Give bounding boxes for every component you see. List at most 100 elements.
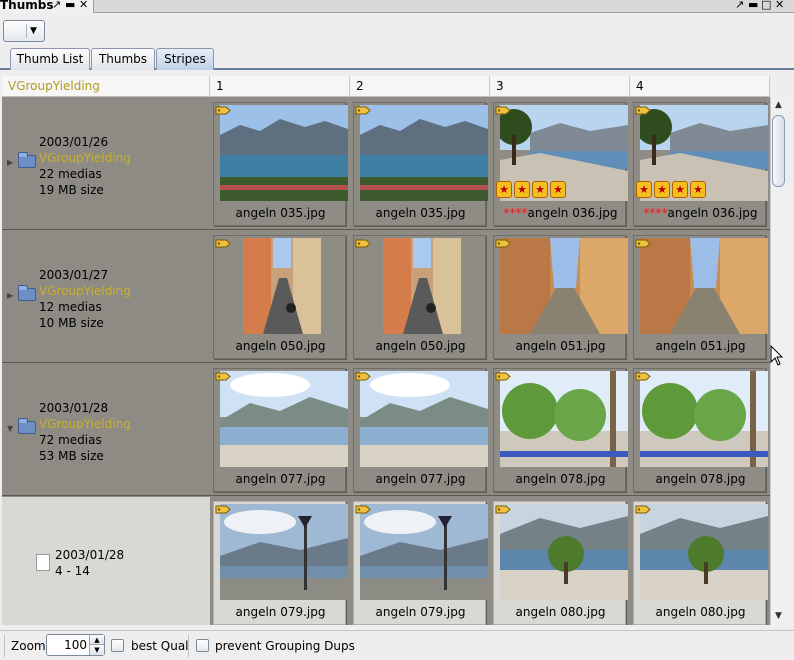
- thumbnail-image[interactable]: [640, 238, 768, 334]
- undock-icon[interactable]: ↗: [735, 0, 744, 11]
- thumbnail-card[interactable]: angeln 079.jpg: [213, 501, 348, 625]
- thumbnail-image[interactable]: [360, 105, 488, 201]
- thumbnail-image[interactable]: [640, 504, 768, 600]
- tab-thumbs[interactable]: Thumbs: [91, 48, 155, 70]
- column-header-2[interactable]: 2: [350, 76, 490, 97]
- tag-icon[interactable]: [495, 371, 511, 382]
- thumbnail-card[interactable]: angeln 078.jpg: [633, 368, 768, 492]
- thumbnail-image[interactable]: [640, 371, 768, 467]
- group-cell[interactable]: 2003/01/28 4 - 14: [2, 497, 210, 625]
- spinner-down-icon[interactable]: ▼: [89, 645, 104, 655]
- tag-icon[interactable]: [635, 105, 651, 116]
- thumbnail-card[interactable]: ★ ★ ★ ★ ****angeln 036.jpg: [493, 102, 628, 226]
- view-combo-button[interactable]: ▼: [3, 20, 45, 42]
- thumbnail-image[interactable]: [383, 238, 461, 334]
- thumb-cell[interactable]: angeln 079.jpg: [210, 497, 350, 625]
- zoom-input[interactable]: [49, 637, 87, 653]
- maximize-icon[interactable]: □: [761, 0, 771, 11]
- tag-icon[interactable]: [495, 504, 511, 515]
- grid-row[interactable]: ▶ 2003/01/27 VGroupYielding 12 medias 10 MB …: [2, 231, 770, 363]
- thumb-cell[interactable]: angeln 035.jpg: [350, 98, 490, 229]
- thumbnail-image[interactable]: [500, 371, 628, 467]
- column-header-3[interactable]: 3: [490, 76, 630, 97]
- thumb-cell[interactable]: ★ ★ ★ ★ ****angeln 036.jpg: [630, 98, 770, 229]
- thumb-cell[interactable]: angeln 080.jpg: [630, 497, 770, 625]
- group-cell[interactable]: ▶ 2003/01/26 VGroupYielding 22 medias 19 MB …: [2, 98, 210, 229]
- thumb-cell[interactable]: angeln 078.jpg: [630, 364, 770, 495]
- tag-icon[interactable]: [635, 371, 651, 382]
- thumbnail-image[interactable]: [243, 238, 321, 334]
- expand-right-icon[interactable]: ▶: [7, 291, 13, 300]
- thumb-cell[interactable]: angeln 050.jpg: [350, 231, 490, 362]
- scroll-up-icon[interactable]: ▲: [771, 98, 786, 113]
- thumb-cell[interactable]: angeln 080.jpg: [490, 497, 630, 625]
- group-cell[interactable]: ▶ 2003/01/27 VGroupYielding 12 medias 10 MB …: [2, 231, 210, 362]
- best-qual-checkbox[interactable]: [111, 639, 124, 652]
- grid-row[interactable]: 2003/01/28 4 - 14 angeln 079.jpg angeln 079…: [2, 497, 770, 625]
- thumbnail-card[interactable]: angeln 077.jpg: [213, 368, 348, 492]
- tag-icon[interactable]: [215, 504, 231, 515]
- thumbnail-card[interactable]: angeln 080.jpg: [493, 501, 628, 625]
- tag-icon[interactable]: [215, 238, 231, 249]
- spinner-up-icon[interactable]: ▲: [89, 635, 104, 645]
- minimize-icon[interactable]: ▬: [748, 0, 758, 11]
- close-icon[interactable]: ✕: [79, 0, 88, 11]
- tab-stripes[interactable]: Stripes: [156, 48, 214, 70]
- thumbnail-image[interactable]: [360, 371, 488, 467]
- tag-icon[interactable]: [355, 105, 371, 116]
- tag-icon[interactable]: [635, 504, 651, 515]
- pin-icon[interactable]: ↗: [52, 0, 61, 11]
- thumb-cell[interactable]: angeln 050.jpg: [210, 231, 350, 362]
- column-header-4[interactable]: 4: [630, 76, 770, 97]
- zoom-spinner[interactable]: ▲ ▼: [46, 634, 105, 656]
- thumbnail-image[interactable]: [360, 504, 488, 600]
- thumbnail-card[interactable]: angeln 035.jpg: [213, 102, 348, 226]
- tag-icon[interactable]: [495, 238, 511, 249]
- thumbnail-card[interactable]: angeln 077.jpg: [353, 368, 488, 492]
- thumbnail-card[interactable]: angeln 078.jpg: [493, 368, 628, 492]
- group-cell[interactable]: ▼ 2003/01/28 VGroupYielding 72 medias 53 MB …: [2, 364, 210, 495]
- tab-thumb-list[interactable]: Thumb List: [10, 48, 90, 70]
- thumbnail-card[interactable]: angeln 050.jpg: [213, 235, 346, 359]
- column-header-group[interactable]: VGroupYielding: [2, 76, 210, 97]
- thumbnail-card[interactable]: angeln 050.jpg: [353, 235, 486, 359]
- scroll-down-icon[interactable]: ▼: [771, 609, 786, 624]
- thumbnail-card[interactable]: angeln 080.jpg: [633, 501, 768, 625]
- expand-down-icon[interactable]: ▼: [7, 424, 13, 433]
- column-header-1[interactable]: 1: [210, 76, 350, 97]
- thumbnail-card[interactable]: angeln 079.jpg: [353, 501, 488, 625]
- scrollbar-thumb[interactable]: [772, 115, 785, 187]
- thumb-cell[interactable]: angeln 079.jpg: [350, 497, 490, 625]
- thumbnail-card[interactable]: angeln 035.jpg: [353, 102, 488, 226]
- minimize-icon[interactable]: ▬: [65, 0, 75, 11]
- close-icon[interactable]: ✕: [775, 0, 784, 11]
- thumbnail-image[interactable]: [220, 105, 348, 201]
- grid-row[interactable]: ▶ 2003/01/26 VGroupYielding 22 medias 19 MB …: [2, 98, 770, 230]
- thumbnail-caption: angeln 035.jpg: [214, 206, 347, 220]
- thumbnail-image[interactable]: [500, 238, 628, 334]
- thumbnail-card[interactable]: ★ ★ ★ ★ ****angeln 036.jpg: [633, 102, 768, 226]
- prevent-grouping-dups-checkbox[interactable]: [196, 639, 209, 652]
- thumb-cell[interactable]: angeln 077.jpg: [210, 364, 350, 495]
- grid-row[interactable]: ▼ 2003/01/28 VGroupYielding 72 medias 53 MB …: [2, 364, 770, 496]
- thumbnail-card[interactable]: angeln 051.jpg: [493, 235, 628, 359]
- thumbnail-image[interactable]: [220, 504, 348, 600]
- thumb-cell[interactable]: ★ ★ ★ ★ ****angeln 036.jpg: [490, 98, 630, 229]
- thumb-cell[interactable]: angeln 051.jpg: [630, 231, 770, 362]
- tag-icon[interactable]: [495, 105, 511, 116]
- tag-icon[interactable]: [355, 238, 371, 249]
- thumb-cell[interactable]: angeln 078.jpg: [490, 364, 630, 495]
- tag-icon[interactable]: [215, 105, 231, 116]
- thumb-cell[interactable]: angeln 077.jpg: [350, 364, 490, 495]
- title-tab[interactable]: Thumbs ↗ ▬ ✕: [0, 0, 94, 13]
- thumb-cell[interactable]: angeln 035.jpg: [210, 98, 350, 229]
- thumbnail-card[interactable]: angeln 051.jpg: [633, 235, 768, 359]
- tag-icon[interactable]: [635, 238, 651, 249]
- tag-icon[interactable]: [355, 371, 371, 382]
- tag-icon[interactable]: [355, 504, 371, 515]
- tag-icon[interactable]: [215, 371, 231, 382]
- thumb-cell[interactable]: angeln 051.jpg: [490, 231, 630, 362]
- thumbnail-image[interactable]: [500, 504, 628, 600]
- expand-right-icon[interactable]: ▶: [7, 158, 13, 167]
- thumbnail-image[interactable]: [220, 371, 348, 467]
